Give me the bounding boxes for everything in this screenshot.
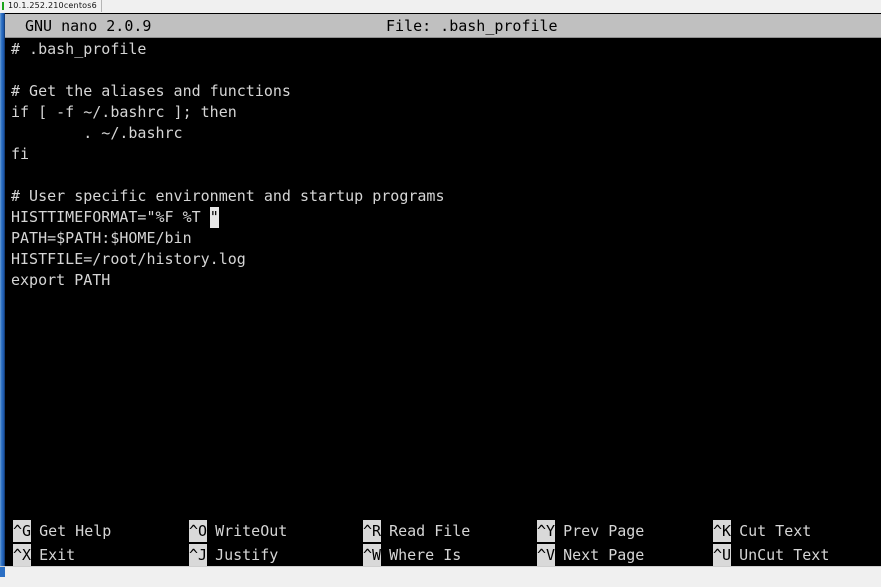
editor-line-text: PATH=$PATH:$HOME/bin <box>11 229 192 247</box>
editor-line: PATH=$PATH:$HOME/bin <box>11 228 192 249</box>
window-bottom-rail <box>0 566 881 577</box>
shortcut-get-help[interactable]: ^G Get Help <box>13 519 111 543</box>
nano-version-label: GNU nano 2.0.9 <box>25 17 152 35</box>
shortcut-key-badge: ^Y <box>537 520 556 542</box>
shortcut-key-badge: ^J <box>189 544 208 566</box>
shortcut-label: Get Help <box>39 522 112 540</box>
editor-line: HISTFILE=/root/history.log <box>11 249 246 270</box>
editor-line-text: fi <box>11 145 30 163</box>
shortcut-where-is[interactable]: ^W Where Is <box>363 543 461 567</box>
shortcut-next-page[interactable]: ^V Next Page <box>537 543 644 567</box>
shortcut-label: Read File <box>389 522 471 540</box>
shortcut-key-badge: ^X <box>13 544 32 566</box>
editor-text-area[interactable]: # .bash_profile # Get the aliases and fun… <box>5 39 881 529</box>
editor-line-text: HISTFILE=/root/history.log <box>11 250 246 268</box>
shortcut-label: Prev Page <box>563 522 645 540</box>
shortcut-key-badge: ^K <box>713 520 732 542</box>
shortcut-key-badge: ^O <box>189 520 208 542</box>
editor-line-text: export PATH <box>11 271 111 289</box>
shortcut-key-badge: ^R <box>363 520 382 542</box>
editor-line: . ~/.bashrc <box>11 123 183 144</box>
editor-line-text: # User specific environment and startup … <box>11 187 445 205</box>
editor-line: # .bash_profile <box>11 39 146 60</box>
editor-line: export PATH <box>11 270 110 291</box>
shortcut-writeout[interactable]: ^O WriteOut <box>189 519 287 543</box>
tab-status-indicator-icon <box>2 2 4 10</box>
tab-session[interactable]: 10.1.252.210centos6 <box>0 0 102 12</box>
editor-line: HISTTIMEFORMAT="%F %T " <box>11 207 219 228</box>
shortcut-label: Justify <box>215 546 279 564</box>
shortcut-key-badge: ^W <box>363 544 382 566</box>
shortcut-label: Next Page <box>563 546 645 564</box>
nano-filename-label: File: .bash_profile <box>386 17 558 35</box>
shortcut-label: WriteOut <box>215 522 288 540</box>
shortcut-cut-text[interactable]: ^K Cut Text <box>713 519 811 543</box>
editor-line: fi <box>11 144 29 165</box>
shortcut-row-1: ^G Get Help ^O WriteOut ^R Read File ^Y Prev Pa… <box>5 519 881 543</box>
tab-label: 10.1.252.210centos6 <box>8 1 97 10</box>
shortcut-label: Exit <box>39 546 76 564</box>
editor-line: if [ -f ~/.bashrc ]; then <box>11 102 237 123</box>
shortcut-label: Where Is <box>389 546 462 564</box>
shortcut-row-2: ^X Exit ^J Justify ^W Where Is ^V Next Page ^U Un… <box>5 543 881 567</box>
shortcut-key-badge: ^U <box>713 544 732 566</box>
shortcut-uncut-text[interactable]: ^U UnCut Text <box>713 543 829 567</box>
editor-line-text: if [ -f ~/.bashrc ]; then <box>11 103 237 121</box>
shortcut-read-file[interactable]: ^R Read File <box>363 519 470 543</box>
editor-line-text: HISTTIMEFORMAT="%F %T <box>11 208 210 226</box>
text-cursor: " <box>209 207 219 228</box>
shortcut-justify[interactable]: ^J Justify <box>189 543 278 567</box>
editor-line: # Get the aliases and functions <box>11 81 291 102</box>
shortcut-key-badge: ^G <box>13 520 32 542</box>
shortcut-key-badge: ^V <box>537 544 556 566</box>
editor-line: # User specific environment and startup … <box>11 186 444 207</box>
shortcut-label: UnCut Text <box>739 546 830 564</box>
shortcut-label: Cut Text <box>739 522 812 540</box>
editor-line-text: # .bash_profile <box>11 40 147 58</box>
terminal-window: 10.1.252.210centos6 GNU nano 2.0.9 File:… <box>0 0 881 587</box>
window-bottom-rail-accent <box>0 567 5 577</box>
shortcut-exit[interactable]: ^X Exit <box>13 543 75 567</box>
editor-line-text: . ~/.bashrc <box>11 124 183 142</box>
nano-shortcut-bar: ^G Get Help ^O WriteOut ^R Read File ^Y Prev Pa… <box>5 519 881 567</box>
nano-title-bar: GNU nano 2.0.9 File: .bash_profile <box>5 14 881 38</box>
terminal-frame: GNU nano 2.0.9 File: .bash_profile # .ba… <box>0 13 881 577</box>
tab-strip: 10.1.252.210centos6 <box>0 0 881 14</box>
shortcut-prev-page[interactable]: ^Y Prev Page <box>537 519 644 543</box>
editor-line-text: # Get the aliases and functions <box>11 82 291 100</box>
